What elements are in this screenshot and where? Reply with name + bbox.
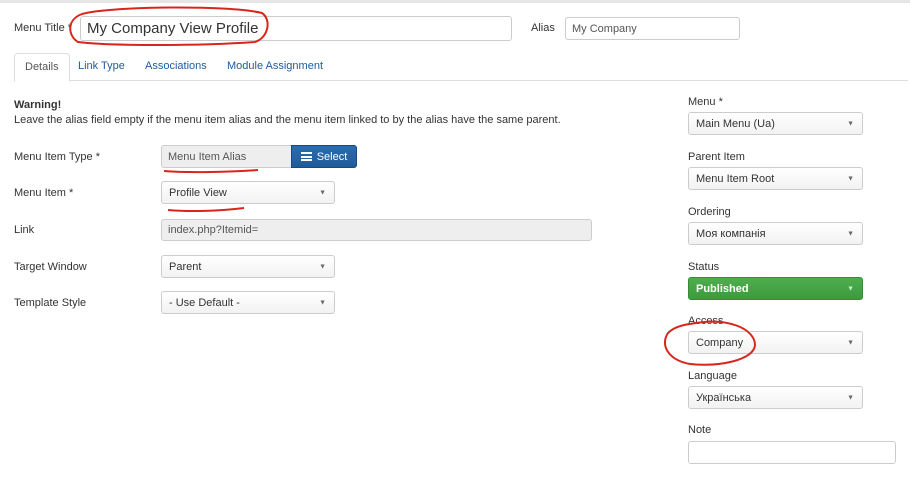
tab-module-assignment[interactable]: Module Assignment [217,53,333,81]
warning-title: Warning! [14,99,62,111]
link-label: Link [14,224,35,236]
menu-value: Main Menu (Ua) [696,117,775,130]
alias-input[interactable]: My Company [565,17,740,40]
target-window-select[interactable]: Parent ▼ [161,255,335,278]
language-select[interactable]: Українська ▼ [688,386,863,409]
access-value: Company [696,336,744,349]
link-field: index.php?Itemid= [161,219,592,241]
template-style-label: Template Style [14,297,87,309]
menu-item-type-label: Menu Item Type * [14,151,101,163]
target-window-label: Target Window [14,261,87,273]
menu-item-underline [167,207,245,213]
tab-bar: Details Link Type Associations Module As… [14,53,908,82]
warning-text: Leave the alias field empty if the menu … [14,114,561,126]
tab-associations[interactable]: Associations [135,53,217,81]
parent-item-label: Parent Item [688,151,745,163]
chevron-down-icon: ▼ [319,299,326,306]
ordering-select[interactable]: Моя компанія ▼ [688,222,863,245]
menu-item-select[interactable]: Profile View ▼ [161,181,335,204]
ordering-value: Моя компанія [696,227,766,240]
note-label: Note [688,424,712,436]
language-value: Українська [696,391,752,404]
language-label: Language [688,370,737,382]
status-select[interactable]: Published ▼ [688,277,863,300]
access-label: Access [688,315,724,327]
chevron-down-icon: ▼ [319,189,326,196]
menu-item-type-underline [163,169,259,174]
status-label: Status [688,261,720,273]
chevron-down-icon: ▼ [847,394,854,401]
menu-select[interactable]: Main Menu (Ua) ▼ [688,112,863,135]
target-window-value: Parent [169,260,202,273]
template-style-value: - Use Default - [169,296,240,309]
select-button[interactable]: Select [291,145,357,168]
access-select[interactable]: Company ▼ [688,331,863,354]
template-style-select[interactable]: - Use Default - ▼ [161,291,335,314]
list-icon [300,152,312,161]
chevron-down-icon: ▼ [847,175,854,182]
tab-link-type[interactable]: Link Type [68,53,135,81]
menu-label: Menu * [688,96,723,108]
note-input[interactable] [688,441,896,464]
chevron-down-icon: ▼ [847,285,854,292]
alias-label: Alias [531,22,555,34]
menu-item-type-field: Menu Item Alias [161,145,292,168]
tab-details[interactable]: Details [14,53,70,82]
status-value: Published [696,282,749,295]
select-button-label: Select [316,150,348,163]
chevron-down-icon: ▼ [847,230,854,237]
menu-item-value: Profile View [169,186,227,199]
chevron-down-icon: ▼ [847,339,854,346]
parent-item-select[interactable]: Menu Item Root ▼ [688,167,863,190]
menu-title-label: Menu Title * [14,22,73,34]
top-divider [0,0,910,3]
chevron-down-icon: ▼ [319,263,326,270]
ordering-label: Ordering [688,206,731,218]
menu-item-label: Menu Item * [14,187,74,199]
chevron-down-icon: ▼ [847,120,854,127]
parent-item-value: Menu Item Root [696,172,775,185]
menu-title-input[interactable]: My Company View Profile [80,16,512,41]
